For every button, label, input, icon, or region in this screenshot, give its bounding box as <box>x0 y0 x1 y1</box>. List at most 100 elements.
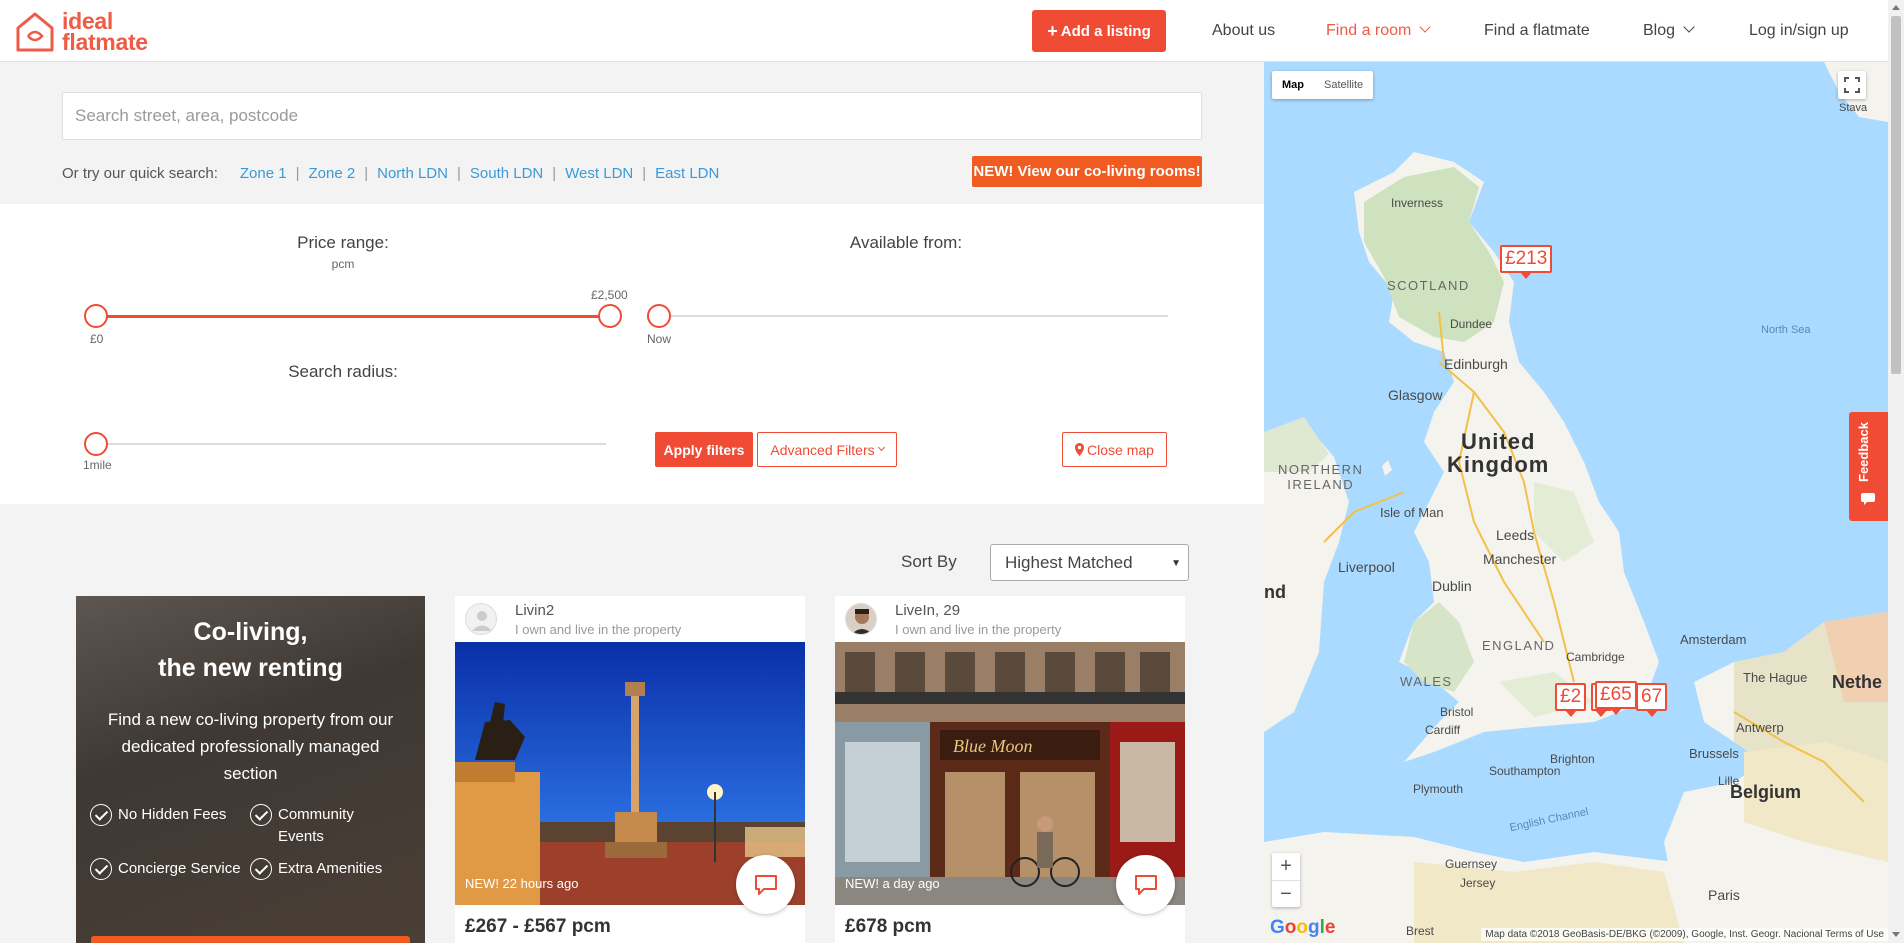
price-unit: pcm <box>331 257 355 271</box>
nav-find-a-room-label: Find a room <box>1326 22 1412 39</box>
search-input[interactable] <box>62 92 1202 140</box>
map-price-marker[interactable]: £65 <box>1595 681 1637 715</box>
map-price-marker[interactable]: £2 <box>1555 683 1587 717</box>
price-range-label: Price range: <box>297 233 389 252</box>
scroll-down-arrow-icon[interactable] <box>1892 932 1900 937</box>
fullscreen-button[interactable] <box>1838 71 1866 99</box>
nav-find-a-room[interactable]: Find a room <box>1326 21 1432 40</box>
advanced-filters-label: Advanced Filters <box>770 441 875 458</box>
map-label-cardiff: Cardiff <box>1425 723 1461 737</box>
map-price-marker[interactable]: £213 <box>1500 245 1553 279</box>
nav-find-a-flatmate[interactable]: Find a flatmate <box>1484 22 1590 40</box>
search-radius-handle[interactable] <box>84 432 108 456</box>
message-button[interactable] <box>1116 855 1175 914</box>
promo-feature: No Hidden Fees <box>90 804 226 826</box>
promo-feature-text: No Hidden Fees <box>118 806 227 823</box>
house-logo-icon <box>16 12 54 52</box>
map-pin-icon <box>1075 443 1085 456</box>
avatar <box>465 603 497 635</box>
available-from-handle[interactable] <box>647 304 671 328</box>
price-min-handle[interactable] <box>84 304 108 328</box>
quick-link-west-ldn[interactable]: West LDN <box>565 165 633 182</box>
map-label-southampton: Southampton <box>1489 764 1561 778</box>
map-type-satellite-button[interactable]: Satellite <box>1314 71 1373 99</box>
sort-by-select[interactable]: Highest Matched ▼ <box>990 544 1189 581</box>
zoom-control: + − <box>1272 853 1300 907</box>
page-scrollbar[interactable] <box>1888 0 1904 943</box>
map-label-wales: WALES <box>1400 674 1453 689</box>
map-label-scotland: SCOTLAND <box>1387 278 1470 293</box>
coliving-rooms-button[interactable]: NEW! View our co-living rooms! <box>972 156 1202 187</box>
listing-card[interactable]: Livin2 I own and live in the property NE… <box>455 596 805 943</box>
feedback-tab[interactable]: Feedback <box>1849 412 1888 521</box>
zoom-out-button[interactable]: − <box>1272 880 1300 907</box>
map-label-dundee: Dundee <box>1450 317 1493 331</box>
close-map-button[interactable]: Close map <box>1062 432 1167 467</box>
quick-search-label: Or try our quick search: <box>62 165 218 182</box>
zoom-in-button[interactable]: + <box>1272 853 1300 880</box>
map-type-control: Map Satellite <box>1272 71 1374 99</box>
map-label-uk-line-1: United <box>1460 429 1536 454</box>
map-label-uk-line-2: Kingdom <box>1447 452 1550 477</box>
map-label-cambridge: Cambridge <box>1566 650 1625 664</box>
sort-selected-value: Highest Matched <box>1005 552 1133 572</box>
nav-blog[interactable]: Blog <box>1643 21 1695 40</box>
promo-feature: Concierge Service <box>90 858 241 880</box>
price-max-value: £2,500 <box>591 288 628 302</box>
nav-about-us[interactable]: About us <box>1212 22 1275 40</box>
quick-link-zone-2[interactable]: Zone 2 <box>309 165 356 182</box>
apply-filters-button[interactable]: Apply filters <box>655 432 753 467</box>
quick-link-north-ldn[interactable]: North LDN <box>377 165 448 182</box>
map-label-amsterdam: Amsterdam <box>1680 632 1747 647</box>
fullscreen-icon <box>1844 77 1860 93</box>
map-label-northern-ireland: NORTHERN IRELAND <box>1278 462 1363 492</box>
map-label-belgium: Belgium <box>1730 782 1802 802</box>
map-label-ni-line-1: NORTHERN <box>1278 462 1364 477</box>
add-listing-button[interactable]: + Add a listing <box>1032 10 1166 52</box>
map-price-marker[interactable]: 67 <box>1636 683 1668 717</box>
add-listing-label: Add a listing <box>1060 22 1151 40</box>
map-panel[interactable]: Inverness SCOTLAND Dundee North Sea Edin… <box>1264 62 1888 943</box>
message-button[interactable] <box>736 855 795 914</box>
feedback-label: Feedback <box>1856 422 1871 482</box>
map-label-north-sea: North Sea <box>1761 324 1811 336</box>
map-type-map-button[interactable]: Map <box>1272 71 1314 99</box>
separator: | <box>364 165 369 182</box>
coliving-promo-card[interactable]: Co-living, the new renting Find a new co… <box>76 596 425 943</box>
listing-new-tag: NEW! a day ago <box>845 876 940 891</box>
scrollbar-thumb[interactable] <box>1891 16 1901 374</box>
nav-blog-label: Blog <box>1643 22 1676 39</box>
promo-feature-text: Concierge Service <box>118 860 241 877</box>
results-section: Sort By Highest Matched ▼ Co-living, the… <box>0 504 1264 943</box>
map-label-liverpool: Dublin <box>1432 578 1472 594</box>
quick-link-south-ldn[interactable]: South LDN <box>470 165 543 182</box>
quick-link-east-ldn[interactable]: East LDN <box>655 165 719 182</box>
available-from-track <box>658 315 1168 317</box>
map-label-england: ENGLAND <box>1482 638 1556 653</box>
sort-by-label: Sort By <box>901 552 957 571</box>
logo-text: ideal flatmate <box>62 10 148 54</box>
advanced-filters-button[interactable]: Advanced Filters <box>757 432 897 467</box>
map-label-bristol: Bristol <box>1440 705 1474 719</box>
nav-login[interactable]: Log in/sign up <box>1749 22 1849 40</box>
price-max-handle[interactable] <box>598 304 622 328</box>
close-map-label: Close map <box>1087 441 1154 458</box>
promo-title-line-2: the new renting <box>158 654 343 682</box>
logo[interactable]: ideal flatmate <box>14 10 148 54</box>
scroll-up-arrow-icon[interactable] <box>1892 5 1900 10</box>
search-radius-label: Search radius: <box>288 362 398 381</box>
map-label-guernsey: Guernsey <box>1445 857 1498 871</box>
promo-cta-button[interactable] <box>91 936 410 943</box>
default-user-icon <box>472 611 492 631</box>
map-label-paris: Paris <box>1708 887 1740 903</box>
map-label-dublin: Liverpool <box>1338 559 1395 575</box>
user-photo-icon <box>846 604 876 634</box>
quick-link-zone-1[interactable]: Zone 1 <box>240 165 287 182</box>
separator: | <box>295 165 300 182</box>
promo-feature: Extra Amenities <box>250 858 382 880</box>
chevron-down-icon <box>877 443 885 452</box>
chat-bubble-icon <box>1134 874 1157 895</box>
listing-card[interactable]: LiveIn, 29 I own and live in the propert… <box>835 596 1185 943</box>
map-label-brussels: Brussels <box>1689 746 1739 761</box>
map-label-glasgow: Glasgow <box>1388 387 1443 403</box>
